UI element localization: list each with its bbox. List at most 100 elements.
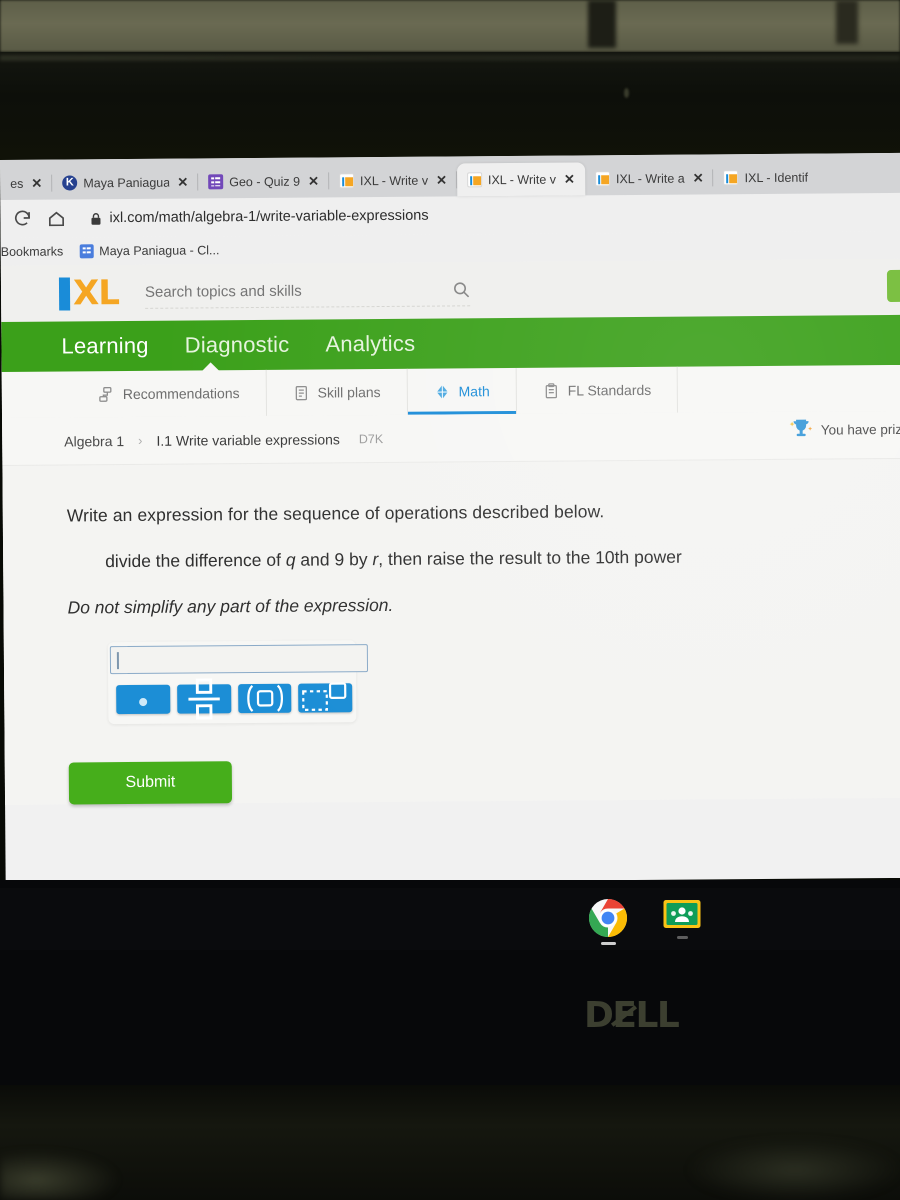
- header-action-button[interactable]: [886, 269, 900, 303]
- answer-input[interactable]: [109, 644, 369, 675]
- laptop-photo: es ✕ Maya Paniagua ✕ Geo - Quiz 9 ✕ IXL …: [0, 0, 900, 1200]
- browser-tab[interactable]: IXL - Write a ✕: [585, 161, 714, 195]
- laptop-screen: es ✕ Maya Paniagua ✕ Geo - Quiz 9 ✕ IXL …: [0, 152, 900, 885]
- instruction-mid: and 9 by: [295, 549, 373, 570]
- tab-title: Maya Paniagua: [83, 175, 170, 190]
- brand-letter-d: D: [584, 995, 614, 1036]
- subnav-label: Recommendations: [122, 385, 240, 403]
- search-icon[interactable]: [453, 281, 470, 298]
- subnav-item-skill-plans[interactable]: Skill plans: [266, 368, 408, 416]
- parentheses-button[interactable]: [237, 683, 292, 714]
- tab-close-icon[interactable]: ✕: [306, 173, 321, 188]
- google-classroom-icon: [663, 900, 701, 928]
- tab-title: Geo - Quiz 9: [229, 174, 301, 189]
- brand-letter-e: E: [612, 995, 637, 1036]
- running-indicator: [600, 942, 616, 945]
- exponent-button[interactable]: [298, 682, 353, 713]
- ixl-logo-xl: XL: [72, 272, 120, 313]
- dell-brand-logo: DELL: [584, 995, 680, 1036]
- text-caret: [116, 651, 119, 669]
- tab-close-icon[interactable]: ✕: [29, 176, 44, 191]
- base-highlight-right: [690, 1140, 900, 1200]
- ixl-logo[interactable]: XL: [58, 272, 120, 313]
- bookmark-label: Maya Paniagua - Cl...: [99, 243, 220, 259]
- browser-tab[interactable]: Maya Paniagua ✕: [52, 165, 199, 199]
- browser-tab-active[interactable]: IXL - Write v ✕: [456, 162, 586, 197]
- breadcrumb: Algebra 1 › I.1 Write variable expressio…: [2, 410, 900, 466]
- ixl-sub-nav: Recommendations Skill plans Math FL Stan…: [1, 364, 900, 418]
- ixl-icon: [466, 172, 483, 188]
- tab-title: IXL - Write v: [487, 172, 557, 187]
- nav-item-analytics[interactable]: Analytics: [325, 331, 415, 358]
- browser-tab[interactable]: IXL - Identif: [713, 161, 816, 195]
- search-input[interactable]: [144, 281, 405, 301]
- subnav-item-fl-standards[interactable]: FL Standards: [516, 366, 679, 414]
- multiply-dot-button[interactable]: [116, 684, 171, 715]
- fraction-button[interactable]: [176, 678, 231, 720]
- submit-button[interactable]: Submit: [68, 761, 233, 805]
- bezel-highlight: [0, 55, 900, 61]
- taskbar-icons: [585, 898, 705, 945]
- ixl-main-nav: Learning Diagnostic Analytics: [1, 314, 900, 372]
- subnav-label: Skill plans: [317, 384, 381, 401]
- breadcrumb-skill-code: D7K: [358, 431, 384, 446]
- standards-icon: [545, 382, 557, 398]
- tab-close-icon[interactable]: ✕: [175, 175, 190, 190]
- ixl-icon: [338, 173, 355, 189]
- subnav-label: Math: [458, 383, 490, 400]
- prize-banner[interactable]: You have priz: [788, 417, 900, 442]
- nav-item-learning[interactable]: Learning: [61, 333, 148, 360]
- brand-letters-ll: LL: [635, 995, 679, 1036]
- kahoot-icon: [62, 175, 78, 191]
- math-icon: [436, 384, 448, 399]
- url-text: ixl.com/math/algebra-1/write-variable-ex…: [109, 207, 429, 227]
- answer-widget: [107, 640, 369, 725]
- base-highlight-left: [0, 1150, 120, 1200]
- background-object-2: [836, 0, 858, 44]
- browser-tab[interactable]: Geo - Quiz 9 ✕: [198, 164, 330, 198]
- instruction-pre: divide the difference of: [105, 549, 286, 572]
- subnav-item-recommendations[interactable]: Recommendations: [37, 369, 267, 418]
- ixl-page: XL Learning Diagnostic Analytics: [0, 258, 900, 805]
- trophy-icon: [789, 419, 812, 437]
- bezel-speck: [624, 88, 629, 98]
- tab-title: es: [10, 176, 24, 191]
- nav-item-diagnostic[interactable]: Diagnostic: [185, 332, 290, 359]
- tab-title: IXL - Write a: [615, 171, 685, 186]
- laptop-top-bezel: [0, 52, 900, 160]
- tab-close-icon[interactable]: ✕: [691, 170, 706, 185]
- tab-close-icon[interactable]: ✕: [434, 172, 449, 187]
- question-note: Do not simplify any part of the expressi…: [67, 594, 394, 618]
- recommendations-icon: [99, 386, 112, 402]
- skill-plans-icon: [295, 385, 307, 400]
- running-indicator: [676, 936, 688, 939]
- instruction-post: , then raise the result to the 10th powe…: [378, 546, 682, 570]
- url-bar[interactable]: ixl.com/math/algebra-1/write-variable-ex…: [80, 199, 889, 232]
- question-area: Write an expression for the sequence of …: [2, 458, 900, 805]
- google-forms-icon: [208, 174, 224, 190]
- prize-banner-text: You have priz: [820, 421, 900, 438]
- subnav-label: FL Standards: [567, 381, 652, 399]
- os-taskbar: [0, 888, 900, 950]
- room-background: [0, 0, 900, 52]
- question-prompt: Write an expression for the sequence of …: [66, 501, 605, 526]
- breadcrumb-skill: I.1 Write variable expressions: [156, 430, 340, 449]
- bookmark-item[interactable]: Maya Paniagua - Cl...: [79, 243, 220, 259]
- browser-tab[interactable]: IXL - Write v ✕: [329, 163, 458, 197]
- tab-title: IXL - Write v: [359, 173, 429, 188]
- taskbar-item-google-classroom[interactable]: [659, 898, 705, 939]
- subnav-item-math[interactable]: Math: [407, 367, 517, 415]
- browser-tab-strip: es ✕ Maya Paniagua ✕ Geo - Quiz 9 ✕ IXL …: [0, 152, 900, 200]
- tab-close-icon[interactable]: ✕: [562, 171, 577, 186]
- breadcrumb-course[interactable]: Algebra 1: [64, 433, 124, 449]
- breadcrumb-separator: ›: [138, 432, 143, 448]
- taskbar-item-chrome[interactable]: [585, 898, 631, 945]
- ixl-header: XL: [0, 258, 900, 322]
- bookmarks-label: Bookmarks: [0, 244, 64, 259]
- chrome-icon: [588, 898, 628, 938]
- tab-title: IXL - Identif: [744, 170, 809, 185]
- reload-icon[interactable]: [12, 209, 32, 229]
- search-bar[interactable]: [144, 274, 471, 309]
- home-icon[interactable]: [46, 208, 66, 228]
- browser-tab[interactable]: es ✕: [0, 167, 53, 200]
